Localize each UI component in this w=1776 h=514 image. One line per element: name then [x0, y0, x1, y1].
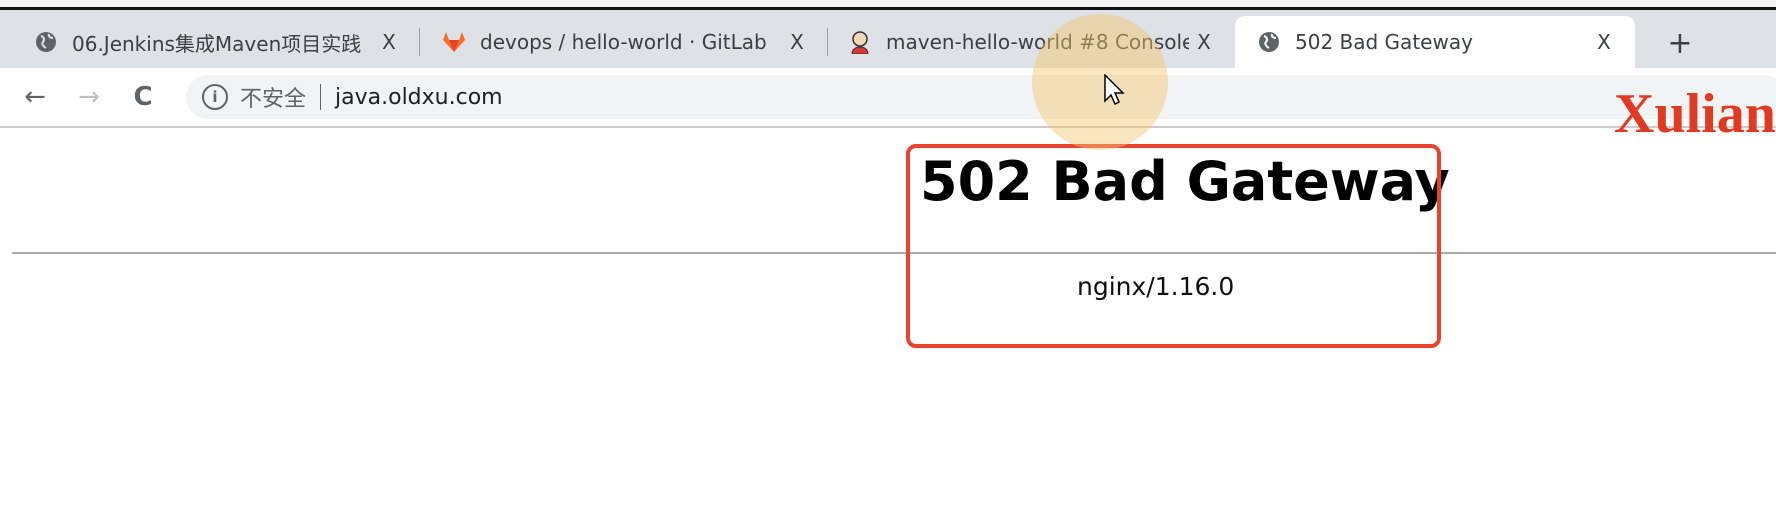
- new-tab-button[interactable]: +: [1660, 24, 1700, 64]
- watermark: Xulian: [1614, 83, 1776, 145]
- cursor-highlight: [1032, 14, 1168, 150]
- security-status[interactable]: 不安全: [240, 81, 306, 113]
- tab-jenkins-doc[interactable]: 06.Jenkins集成Maven项目实践 X: [0, 16, 420, 68]
- mouse-cursor-icon: [1104, 73, 1126, 110]
- jenkins-icon: [848, 30, 872, 54]
- tab-title: 06.Jenkins集成Maven项目实践: [72, 31, 362, 56]
- window-top-edge: [0, 0, 1776, 10]
- forward-button[interactable]: →: [72, 80, 106, 114]
- annotation-box: [906, 144, 1441, 348]
- divider: [12, 252, 1776, 254]
- tab-gitlab[interactable]: devops / hello-world · GitLab X: [420, 16, 828, 68]
- globe-icon: [34, 30, 58, 54]
- url-text[interactable]: java.oldxu.com: [335, 85, 503, 110]
- back-button[interactable]: ←: [18, 80, 52, 114]
- omnibox-divider: [320, 84, 322, 110]
- tab-title: 502 Bad Gateway: [1295, 30, 1473, 54]
- globe-icon: [1257, 30, 1281, 54]
- tab-title: devops / hello-world · GitLab: [480, 30, 767, 54]
- info-icon[interactable]: i: [202, 84, 228, 110]
- tab-strip: 06.Jenkins集成Maven项目实践 X devops / hello-w…: [0, 10, 1776, 68]
- tab-502-bad-gateway[interactable]: 502 Bad Gateway X: [1235, 16, 1635, 68]
- close-tab-icon[interactable]: X: [782, 30, 812, 54]
- close-tab-icon[interactable]: X: [1189, 30, 1219, 54]
- browser-toolbar: ← → C i 不安全 java.oldxu.com: [0, 68, 1776, 128]
- address-bar[interactable]: i 不安全 java.oldxu.com: [186, 75, 1776, 119]
- reload-button[interactable]: C: [126, 80, 160, 114]
- close-tab-icon[interactable]: X: [1589, 30, 1619, 54]
- gitlab-icon: [442, 30, 466, 54]
- close-tab-icon[interactable]: X: [374, 30, 404, 54]
- tab-jenkins-console[interactable]: maven-hello-world #8 Console X: [828, 16, 1235, 68]
